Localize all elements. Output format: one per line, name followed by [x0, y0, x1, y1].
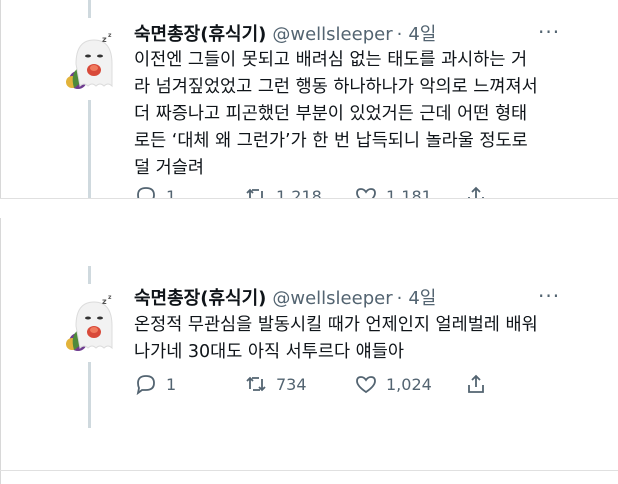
- divider: [0, 470, 618, 471]
- share-icon: [468, 374, 484, 393]
- user-handle[interactable]: @wellsleeper: [272, 24, 392, 45]
- user-handle[interactable]: @wellsleeper: [272, 288, 392, 309]
- more-options-icon[interactable]: ···: [538, 20, 560, 44]
- share-button[interactable]: [464, 372, 488, 396]
- tweet-header: 숙면총장(휴식기) @wellsleeper · 4일: [134, 284, 436, 310]
- svg-text:z: z: [108, 294, 112, 301]
- timestamp[interactable]: 4일: [408, 20, 436, 46]
- svg-text:z: z: [108, 32, 112, 39]
- like-button[interactable]: 1,024: [354, 372, 464, 396]
- reply-button[interactable]: 1: [134, 372, 244, 396]
- like-count: 1,024: [386, 374, 432, 394]
- thread-line-top: [88, 0, 91, 18]
- heart-icon: [356, 376, 376, 394]
- reply-count: 1: [166, 374, 177, 394]
- ghost-avatar-icon: z z: [66, 32, 113, 89]
- separator-dot: ·: [396, 24, 403, 45]
- svg-text:z: z: [102, 297, 107, 306]
- separator-dot: ·: [396, 288, 403, 309]
- tweet-text-line: 라 넘겨짚었었고 그런 행동 하나하나가 악의로 느껴져서: [134, 77, 538, 97]
- display-name[interactable]: 숙면총장(휴식기): [134, 20, 266, 46]
- thread-line: [88, 362, 91, 428]
- tweet-text: 이전엔 그들이 못되고 배려심 없는 태도를 과시하는 거 라 넘겨짚었었고 그…: [134, 47, 538, 182]
- tweet-text-line: 더 짜증나고 피곤했던 부분이 있었거든 근데 어떤 형태: [134, 104, 528, 124]
- more-options-icon[interactable]: ···: [538, 284, 560, 308]
- thread-line-top: [88, 266, 91, 284]
- crop-cover: [0, 198, 618, 218]
- retweet-button[interactable]: 734: [244, 372, 354, 396]
- timestamp[interactable]: 4일: [408, 284, 436, 310]
- tweet-header: 숙면총장(휴식기) @wellsleeper · 4일: [134, 20, 436, 46]
- retweet-count: 734: [276, 374, 307, 394]
- tweet-text-line: 덜 거슬려: [134, 158, 204, 178]
- reply-icon: [136, 375, 155, 396]
- tweet-text-line: 이전엔 그들이 못되고 배려심 없는 태도를 과시하는 거: [134, 50, 528, 70]
- avatar[interactable]: z z: [58, 292, 122, 356]
- svg-text:z: z: [102, 35, 107, 44]
- ghost-avatar-icon: z z: [66, 294, 113, 351]
- avatar[interactable]: z z: [58, 30, 122, 94]
- tweet-text-line: 온정적 무관심을 발동시킬 때가 언제인지 얼레벌레 배워: [134, 315, 538, 335]
- display-name[interactable]: 숙면총장(휴식기): [134, 284, 266, 310]
- page-border: [0, 0, 1, 484]
- tweet-text: 온정적 무관심을 발동시킬 때가 언제인지 얼레벌레 배워 나가네 30대도 아…: [134, 312, 538, 366]
- tweet-text-line: 로든 ‘대체 왜 그런가’가 한 번 납득되니 놀라울 정도로: [134, 131, 528, 151]
- tweet-text-line: 나가네 30대도 아직 서투르다 얘들아: [134, 342, 404, 362]
- tweet-actions: 1 734 1,024: [134, 372, 488, 396]
- divider: [0, 198, 618, 199]
- retweet-icon: [246, 376, 266, 392]
- thread-line: [88, 100, 91, 198]
